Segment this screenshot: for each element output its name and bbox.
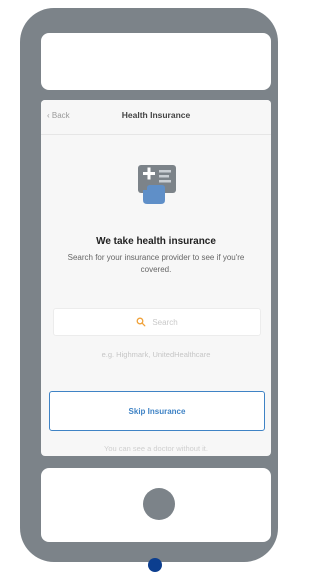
phone-top-panel: [41, 33, 271, 90]
search-example-hint: e.g. Highmark, UnitedHealthcare: [101, 350, 211, 359]
search-input[interactable]: Search: [53, 308, 261, 336]
app-screen: ‹ Back Health Insurance We take health i…: [41, 100, 271, 456]
skip-note: You can see a doctor without it.: [104, 444, 208, 453]
indicator-dot: [148, 558, 162, 572]
search-placeholder: Search: [152, 317, 178, 327]
nav-bar: ‹ Back Health Insurance: [41, 100, 271, 135]
insurance-card-icon: [138, 165, 176, 204]
page-title: Health Insurance: [121, 110, 191, 120]
search-icon: [136, 317, 146, 327]
hero-subtext: Search for your insurance provider to se…: [67, 253, 245, 274]
hero-headline: We take health insurance: [96, 236, 216, 247]
skip-insurance-button[interactable]: Skip Insurance: [49, 391, 265, 431]
home-button[interactable]: [143, 488, 175, 520]
